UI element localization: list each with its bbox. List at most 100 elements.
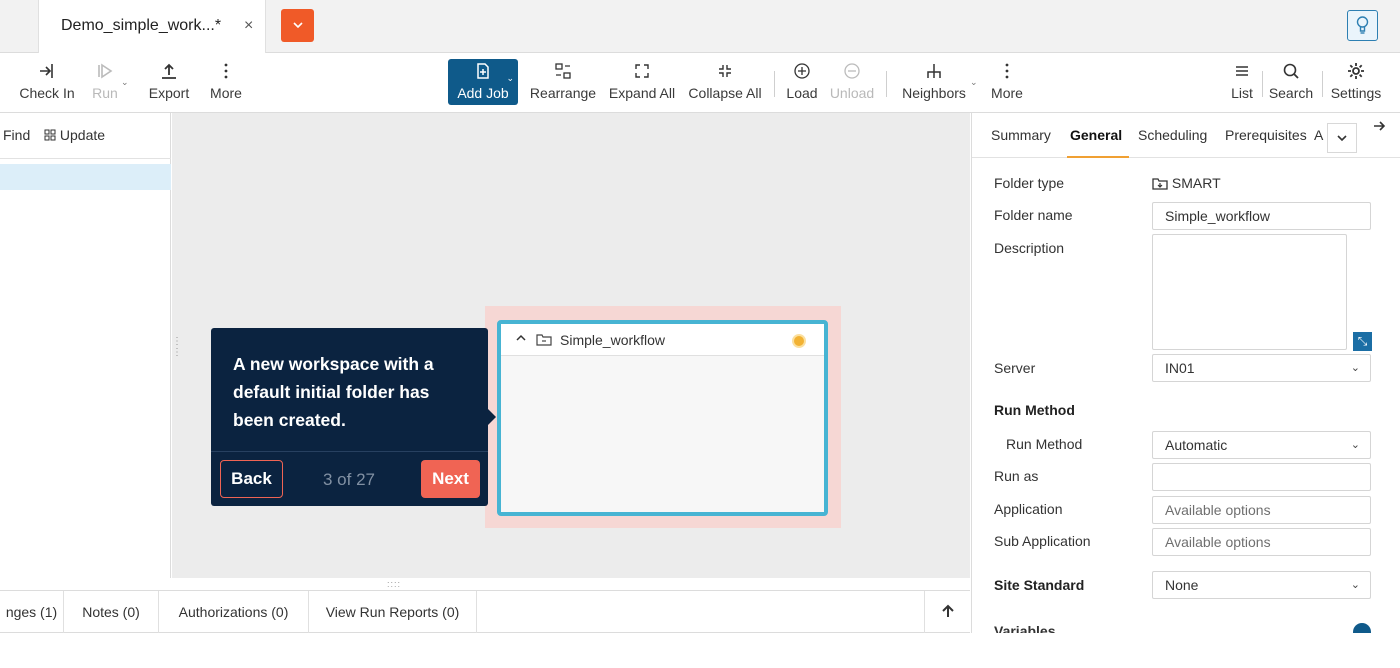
sub-application-label: Sub Application [994, 533, 1091, 549]
list-icon [1233, 62, 1251, 80]
main-toolbar: Check In Run ⌄ Export More Add Job ⌄ Rea… [0, 53, 1400, 113]
tour-next-button[interactable]: Next [421, 460, 480, 498]
tab-summary[interactable]: Summary [991, 127, 1051, 143]
check-in-button[interactable]: Check In [16, 53, 78, 113]
list-view-button[interactable]: List [1226, 53, 1258, 113]
search-button[interactable]: Search [1266, 53, 1316, 113]
status-indicator [792, 334, 806, 348]
add-job-label: Add Job [448, 85, 518, 101]
close-tab-icon[interactable]: × [244, 17, 253, 35]
tour-progress: 3 of 27 [323, 470, 375, 490]
more-button-2[interactable]: More [987, 53, 1027, 113]
chevron-up-icon[interactable] [515, 332, 527, 344]
chevron-down-icon [293, 22, 303, 29]
properties-panel: Summary General Scheduling Prerequisites… [971, 113, 1400, 633]
site-standard-select[interactable]: None⌄ [1152, 571, 1371, 599]
properties-tabs: Summary General Scheduling Prerequisites… [972, 113, 1400, 158]
expand-editor-icon[interactable]: ⤡ [1353, 332, 1372, 351]
grid-icon [44, 129, 56, 141]
more-vertical-icon [998, 62, 1016, 80]
tab-prerequisites[interactable]: Prerequisites [1225, 127, 1307, 143]
toolbar-divider [1262, 71, 1263, 97]
settings-button[interactable]: Settings [1328, 53, 1384, 113]
tour-tooltip: A new workspace with a default initial f… [211, 328, 488, 506]
run-method-select[interactable]: Automatic⌄ [1152, 431, 1371, 459]
add-job-button[interactable]: Add Job ⌄ [448, 59, 518, 105]
toolbar-divider [886, 71, 887, 97]
load-label: Load [783, 85, 821, 101]
neighbors-label: Neighbors [898, 85, 970, 101]
neighbors-dropdown-icon[interactable]: ⌄ [970, 77, 978, 88]
folder-type-value: SMART [1152, 175, 1221, 191]
run-button[interactable]: Run [88, 53, 122, 113]
sub-application-field[interactable]: Available options [1152, 528, 1371, 556]
run-label: Run [88, 85, 122, 101]
collapse-panel-icon[interactable] [1372, 119, 1386, 133]
tab-notes[interactable]: Notes (0) [64, 591, 159, 633]
info-icon[interactable] [1353, 623, 1371, 633]
workspace-tab-label: Demo_simple_work...* [61, 17, 221, 35]
chevron-down-icon [1337, 135, 1347, 142]
search-label: Search [1266, 85, 1316, 101]
run-as-label: Run as [994, 468, 1038, 484]
tour-back-button[interactable]: Back [220, 460, 283, 498]
unload-label: Unload [827, 85, 877, 101]
export-button[interactable]: Export [144, 53, 194, 113]
unload-button[interactable]: Unload [827, 53, 877, 113]
load-button[interactable]: Load [783, 53, 821, 113]
neighbors-button[interactable]: Neighbors [898, 53, 970, 113]
folder-type-label: Folder type [994, 175, 1064, 191]
tab-changes[interactable]: nges (1) [0, 591, 64, 633]
update-label: Update [60, 127, 105, 143]
application-field[interactable]: Available options [1152, 496, 1371, 524]
tab-scheduling[interactable]: Scheduling [1138, 127, 1207, 143]
workspace-tab[interactable]: Demo_simple_work...* × [38, 0, 266, 53]
more-label-2: More [987, 85, 1027, 101]
expand-all-button[interactable]: Expand All [605, 53, 679, 113]
arrow-up-icon[interactable] [924, 591, 970, 633]
description-field[interactable] [1152, 234, 1347, 350]
selected-tree-row[interactable] [0, 164, 171, 190]
left-panel: Find Update [0, 113, 171, 578]
run-as-field[interactable] [1152, 463, 1371, 491]
tips-button[interactable] [1347, 10, 1378, 41]
rearrange-icon [554, 62, 572, 80]
minus-circle-icon [843, 62, 861, 80]
search-icon [1282, 62, 1300, 80]
active-tab-indicator [1067, 156, 1129, 158]
tabs-dropdown-button[interactable] [1327, 123, 1357, 153]
site-standard-label: Site Standard [994, 577, 1084, 593]
tab-view-run-reports[interactable]: View Run Reports (0) [309, 591, 477, 633]
tooltip-divider [211, 451, 488, 452]
add-job-icon [474, 62, 492, 80]
tab-truncated[interactable]: A [1314, 127, 1323, 143]
rearrange-button[interactable]: Rearrange [527, 53, 599, 113]
run-method-value: Automatic [1165, 437, 1227, 453]
left-splitter-handle[interactable]: ⋮⋮ [172, 336, 182, 358]
collapse-all-button[interactable]: Collapse All [685, 53, 765, 113]
run-dropdown-icon[interactable]: ⌄ [121, 77, 129, 88]
folder-node[interactable]: Simple_workflow [497, 320, 828, 516]
bottom-splitter-handle[interactable]: :::: [387, 579, 401, 589]
site-standard-value: None [1165, 577, 1198, 593]
find-button[interactable]: Find [3, 127, 30, 143]
tooltip-arrow [488, 409, 496, 425]
more-button[interactable]: More [205, 53, 247, 113]
folder-node-header[interactable]: Simple_workflow [501, 324, 824, 356]
tab-general[interactable]: General [1070, 127, 1122, 143]
rearrange-label: Rearrange [527, 85, 599, 101]
application-label: Application [994, 501, 1063, 517]
run-method-section-title: Run Method [994, 402, 1075, 418]
update-button[interactable]: Update [44, 127, 105, 143]
server-select[interactable]: IN01⌄ [1152, 354, 1371, 382]
check-in-icon [38, 62, 56, 80]
tab-menu-button[interactable] [281, 9, 314, 42]
variables-section-title: Variables [994, 623, 1056, 633]
export-label: Export [144, 85, 194, 101]
folder-type-text: SMART [1172, 175, 1221, 191]
folder-icon [536, 333, 552, 346]
folder-name-field[interactable]: Simple_workflow [1152, 202, 1371, 230]
tab-authorizations[interactable]: Authorizations (0) [159, 591, 309, 633]
expand-icon [633, 62, 651, 80]
description-label: Description [994, 240, 1064, 256]
